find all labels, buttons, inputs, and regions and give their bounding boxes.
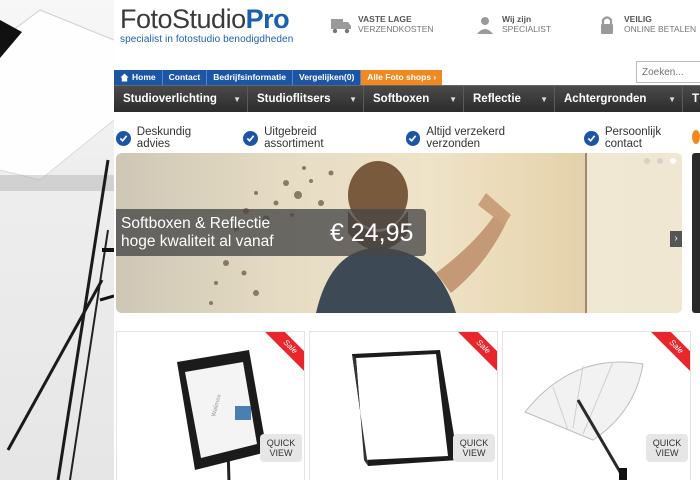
background-studio-photo: [0, 0, 114, 480]
usp-payment: VEILIG ONLINE BETALEN: [596, 14, 696, 36]
check-item: Uitgebreid assortiment: [243, 126, 377, 150]
chevron-down-icon: ▼: [540, 94, 548, 104]
hero-line1: Softboxen & Reflectie: [121, 215, 271, 232]
slider-dots: [637, 158, 676, 164]
quick-view-button[interactable]: QUICK VIEW: [646, 434, 688, 462]
logo-wordmark: FotoStudioPro: [120, 4, 290, 34]
category-nav: Studioverlichting ▼ Studioflitsers ▼ Softb…: [114, 85, 700, 112]
usp-payment-line1: VEILIG: [624, 14, 652, 24]
category-label: Achtergronden: [564, 93, 647, 105]
quick-view-line2: VIEW: [269, 448, 293, 458]
quick-view-button[interactable]: QUICK VIEW: [260, 434, 302, 462]
chevron-down-icon: ▼: [449, 94, 457, 104]
logo[interactable]: FotoStudioPro specialist in fotostudio b…: [120, 4, 293, 45]
topnav-home[interactable]: Home: [114, 70, 163, 85]
usp-shipping-line2: VERZENDKOSTEN: [358, 24, 434, 34]
specialist-icon: [477, 17, 493, 34]
topnav-bedrijfsinformatie[interactable]: Bedrijfsinformatie: [207, 70, 294, 85]
slider-dot-active[interactable]: [670, 158, 676, 164]
topnav-contact[interactable]: Contact: [162, 70, 208, 85]
page: FotoStudioPro specialist in fotostudio b…: [114, 0, 700, 480]
quick-view-button[interactable]: QUICK VIEW: [453, 434, 495, 462]
side-peek-icon: [692, 130, 700, 144]
topnav-alle-foto-shops[interactable]: Alle Foto shops ›: [361, 70, 443, 85]
usp-shipping-line1: VASTE LAGE: [358, 14, 412, 24]
topnav-vergelijken[interactable]: Vergelijken(0): [293, 70, 362, 85]
category-studioverlichting[interactable]: Studioverlichting ▼: [114, 86, 248, 112]
category-achtergronden[interactable]: Achtergronden ▼: [555, 86, 683, 112]
quick-view-line2: VIEW: [462, 448, 486, 458]
usp-payment-line2: ONLINE BETALEN: [624, 24, 697, 34]
chevron-down-icon: ▼: [668, 94, 676, 104]
check-item: Persoonlijk contact: [584, 126, 700, 150]
truck-icon: [331, 19, 351, 34]
quick-view-line1: QUICK: [459, 438, 489, 448]
checkmark-icon: [584, 130, 599, 146]
chevron-right-icon[interactable]: ›: [670, 231, 682, 247]
chevron-down-icon: ▼: [349, 94, 357, 104]
category-label: Studioverlichting: [123, 93, 217, 105]
category-reflectie[interactable]: Reflectie ▼: [464, 86, 555, 112]
product-card[interactable]: Walimex Sale QUICK VIEW: [116, 331, 305, 480]
category-label: Studioflitsers: [257, 93, 331, 105]
usp-specialist-line1: Wij zijn: [502, 14, 532, 24]
hero-line2: hoge kwaliteit al vanaf: [121, 233, 274, 250]
check-item: Altijd verzekerd verzonden: [405, 126, 560, 150]
check-label: Altijd verzekerd verzonden: [426, 126, 505, 150]
hero-banner[interactable]: Softboxen & Reflectie hoge kwaliteit al …: [116, 153, 682, 313]
usp-shipping: VASTE LAGE VERZENDKOSTEN: [330, 14, 434, 36]
checkmark-icon: [405, 130, 421, 146]
hero-price: € 24,95: [330, 219, 414, 247]
product-card[interactable]: Sale QUICK VIEW: [309, 331, 498, 480]
chevron-down-icon: ▼: [233, 94, 241, 104]
category-label: Reflectie: [473, 93, 521, 105]
check-label: Deskundig advies: [136, 126, 192, 150]
quick-view-line2: VIEW: [655, 448, 679, 458]
check-label: Uitgebreid assortiment: [264, 126, 324, 150]
top-nav: Home Contact Bedrijfsinformatie Vergelij…: [114, 70, 443, 85]
search-input[interactable]: [636, 61, 700, 83]
usp-specialist: Wij zijn SPECIALIST: [474, 14, 551, 36]
category-label: T: [692, 93, 700, 105]
lock-icon: [601, 16, 613, 34]
topnav-home-label: Home: [132, 72, 156, 82]
product-card[interactable]: Sale QUICK VIEW: [502, 331, 691, 480]
service-checks: Deskundig advies Uitgebreid assortiment …: [114, 126, 700, 150]
slider-dot[interactable]: [657, 158, 663, 164]
category-studioflitsers[interactable]: Studioflitsers ▼: [248, 86, 364, 112]
checkmark-icon: [243, 130, 259, 146]
logo-tagline: specialist in fotostudio benodigdheden: [120, 34, 294, 45]
quick-view-line1: QUICK: [652, 438, 682, 448]
hero-caption: Softboxen & Reflectie hoge kwaliteit al …: [116, 209, 426, 256]
checkmark-icon: [116, 130, 131, 146]
slider-dot[interactable]: [644, 158, 650, 164]
home-icon: [120, 73, 129, 82]
check-label: Persoonlijk contact: [604, 126, 662, 150]
category-label: Softboxen: [373, 93, 430, 105]
usp-specialist-line2: SPECIALIST: [502, 24, 552, 34]
side-banner-peek: [692, 153, 700, 313]
check-item: Deskundig advies: [116, 126, 226, 150]
quick-view-line1: QUICK: [266, 438, 296, 448]
category-more[interactable]: T: [683, 86, 700, 112]
category-softboxen[interactable]: Softboxen ▼: [364, 86, 464, 112]
